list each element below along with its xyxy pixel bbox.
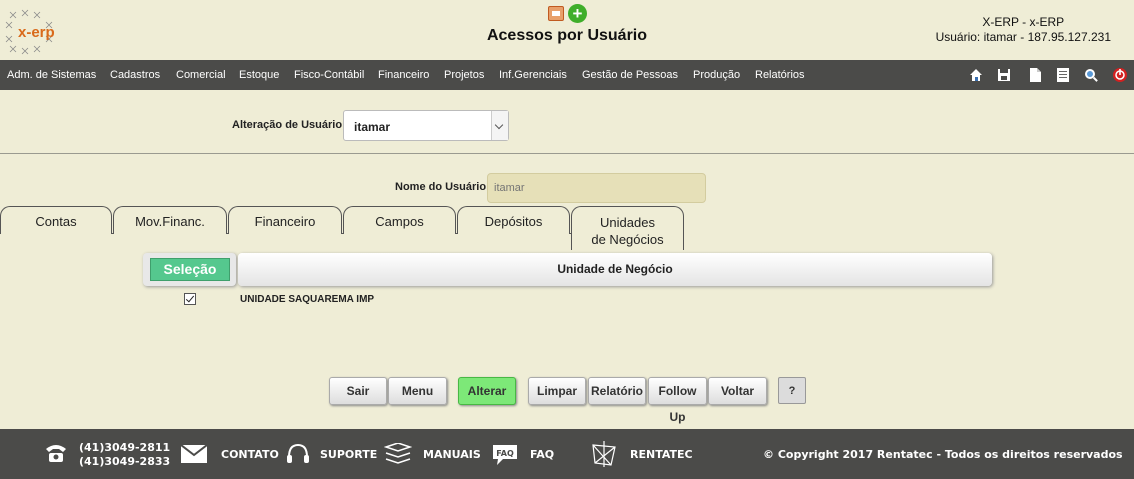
faq-icon-text: FAQ: [496, 449, 514, 458]
phone-1: (41)3049-2811: [79, 441, 171, 454]
headset-icon[interactable]: [285, 441, 311, 467]
nome-usuario-input[interactable]: [487, 173, 706, 203]
menu-button[interactable]: Menu: [388, 377, 447, 405]
voltar-button[interactable]: Voltar: [708, 377, 767, 405]
phone-icon: [46, 445, 66, 462]
menu-item-estoque[interactable]: Estoque: [239, 69, 279, 81]
tab-label-line1: Unidades: [600, 215, 655, 230]
phone-2: (41)3049-2833: [79, 455, 171, 468]
header-actions: +: [548, 4, 588, 24]
search-icon[interactable]: [1083, 67, 1099, 83]
tab-financeiro[interactable]: Financeiro: [228, 206, 342, 234]
menu-item-fisco-contabil[interactable]: Fisco-Contábil: [294, 69, 364, 81]
footer: (41)3049-2811 (41)3049-2833 CONTATO SUPO…: [0, 429, 1134, 479]
manuais-link[interactable]: MANUAIS: [423, 448, 481, 461]
system-name: X-ERP - x-ERP: [982, 15, 1065, 29]
document-icon[interactable]: [1027, 67, 1043, 83]
unidade-negocio-header: Unidade de Negócio: [238, 253, 992, 286]
header: x-erp + Acessos por Usuário X-ERP - x-ER…: [0, 0, 1134, 60]
faq-bubble-icon[interactable]: FAQ: [491, 443, 519, 467]
user-line: Usuário: itamar - 187.95.127.231: [935, 30, 1111, 44]
tab-mov-financ[interactable]: Mov.Financ.: [113, 206, 227, 234]
menu-item-cadastros[interactable]: Cadastros: [110, 69, 160, 81]
alterar-button[interactable]: Alterar: [458, 377, 516, 405]
selecao-button[interactable]: Seleção: [150, 258, 230, 281]
follow-up-button[interactable]: Follow Up: [648, 377, 707, 424]
user-select[interactable]: itamar: [343, 110, 509, 141]
tab-contas[interactable]: Contas: [0, 206, 112, 234]
menu-item-relatorios[interactable]: Relatórios: [755, 69, 805, 81]
faq-link[interactable]: FAQ: [530, 448, 554, 461]
table-row-unidade: UNIDADE SAQUAREMA IMP: [240, 294, 375, 305]
contato-link[interactable]: CONTATO: [221, 448, 279, 461]
menu-item-inf-gerenciais[interactable]: Inf.Gerenciais: [499, 69, 567, 81]
menu-item-financeiro[interactable]: Financeiro: [378, 69, 429, 81]
tab-depositos[interactable]: Depósitos: [457, 206, 570, 234]
help-button[interactable]: ?: [778, 377, 806, 404]
user-select-value: itamar: [354, 120, 391, 134]
books-icon[interactable]: [384, 443, 412, 465]
add-icon[interactable]: +: [568, 4, 587, 23]
rentatec-logo-icon: [592, 441, 616, 467]
chevron-down-icon[interactable]: [491, 111, 508, 140]
tab-label-line2: de Negócios: [591, 232, 664, 247]
nome-usuario-label: Nome do Usuário: [395, 181, 487, 193]
sair-button[interactable]: Sair: [329, 377, 387, 405]
menu-item-comercial[interactable]: Comercial: [176, 69, 226, 81]
pdf-export-icon[interactable]: [548, 6, 564, 21]
menu-item-projetos[interactable]: Projetos: [444, 69, 484, 81]
save-icon[interactable]: [996, 67, 1012, 83]
logout-icon[interactable]: [1112, 67, 1128, 83]
suporte-link[interactable]: SUPORTE: [320, 448, 377, 461]
menu-item-producao[interactable]: Produção: [693, 69, 740, 81]
home-icon[interactable]: [968, 67, 984, 83]
rentatec-link[interactable]: RENTATEC: [630, 448, 693, 461]
menu-item-gestao-pessoas[interactable]: Gestão de Pessoas: [582, 69, 678, 81]
notes-icon[interactable]: [1055, 67, 1071, 83]
tab-unidades-negocios[interactable]: Unidades de Negócios: [571, 206, 684, 250]
divider: [0, 153, 1134, 154]
tab-campos[interactable]: Campos: [343, 206, 456, 234]
copyright-text: © Copyright 2017 Rentatec - Todos os dir…: [763, 448, 1123, 461]
alteracao-usuario-label: Alteração de Usuário:: [232, 119, 346, 131]
relatorio-button[interactable]: Relatório: [588, 377, 646, 405]
menu-item-adm-sistemas[interactable]: Adm. de Sistemas: [7, 69, 96, 81]
main-menu-bar: Adm. de Sistemas Cadastros Comercial Est…: [0, 60, 1134, 90]
row-checkbox[interactable]: [184, 293, 196, 305]
mail-icon[interactable]: [181, 445, 207, 463]
limpar-button[interactable]: Limpar: [528, 377, 586, 405]
user-info: X-ERP - x-ERP Usuário: itamar - 187.95.1…: [936, 15, 1111, 45]
